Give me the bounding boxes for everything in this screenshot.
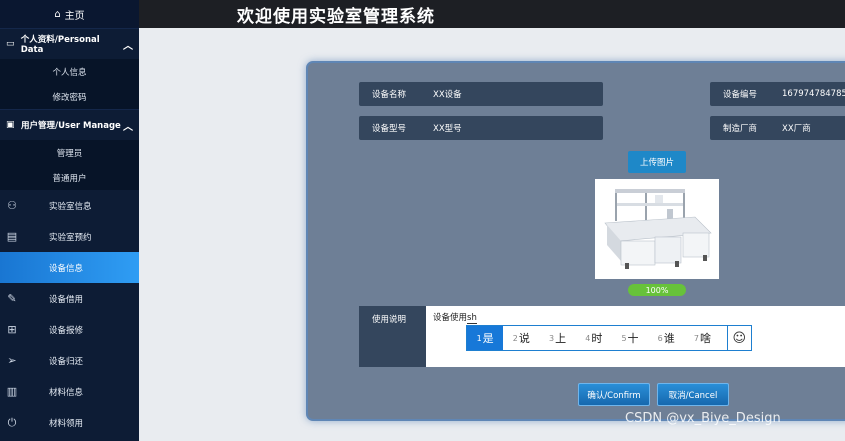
send-icon: ➢	[7, 354, 17, 367]
field-label: 设备编号	[723, 90, 758, 100]
sidebar-item-label: 实验室信息	[49, 201, 92, 212]
monitor-icon: ▣	[6, 120, 15, 130]
sidebar-home-label: 主页	[64, 10, 85, 22]
ime-candidate[interactable]: 3上	[539, 326, 575, 350]
candidate-text: 啥	[699, 332, 711, 345]
sidebar-item-label: 设备报修	[49, 325, 84, 336]
candidate-number: 2	[512, 333, 518, 343]
sidebar-home[interactable]: ⌂ 主页	[0, 0, 139, 28]
candidate-number: 1	[476, 333, 482, 343]
sidebar-item-label: 管理员	[56, 148, 83, 159]
watermark: CSDN @vx_Biye_Design	[625, 411, 781, 426]
ime-candidate[interactable]: 6谁	[648, 326, 684, 350]
candidate-text: 时	[591, 332, 603, 345]
document-icon: ▤	[6, 230, 18, 243]
sidebar-item-label: 材料领用	[49, 418, 84, 429]
sidebar-item-device-borrow[interactable]: ✎ 设备借用	[0, 283, 139, 314]
sidebar-item-device-return[interactable]: ➢ 设备归还	[0, 345, 139, 376]
usage-label: 使用说明	[359, 306, 427, 367]
chevron-up-icon: ︿	[123, 40, 133, 52]
sidebar-item-label: 材料信息	[49, 387, 84, 398]
header: 欢迎使用实验室管理系统	[139, 0, 845, 28]
candidate-text: 说	[518, 332, 530, 345]
field-value: 1679747847854	[782, 89, 845, 99]
candidate-text: 上	[555, 332, 567, 345]
usage-typed-text: 设备使用	[433, 313, 468, 323]
chevron-up-icon: ︿	[123, 121, 133, 133]
sidebar-item-label: 实验室预约	[49, 232, 92, 243]
cancel-button[interactable]: 取消/Cancel	[657, 383, 729, 406]
sidebar-group-label: 用户管理/User Manage	[21, 121, 121, 131]
page-title: 欢迎使用实验室管理系统	[237, 7, 435, 27]
sidebar-group-user[interactable]: ▣ 用户管理/User Manage ︿	[0, 109, 139, 140]
sidebar-item-device-repair[interactable]: ⊞ 设备报修	[0, 314, 139, 345]
ime-candidate[interactable]: 5十	[612, 326, 648, 350]
candidate-number: 4	[585, 333, 591, 343]
field-value: XX型号	[433, 124, 462, 134]
id-card-icon: ▭	[6, 39, 15, 49]
device-number-field[interactable]: 设备编号 1679747847854	[710, 82, 845, 106]
sidebar-item-material-use[interactable]: ⏻ 材料领用	[0, 407, 139, 438]
candidate-number: 5	[621, 333, 627, 343]
ime-candidate-bar: 1是 2说 3上 4时 5十 6谁 7啥 ☺	[466, 325, 752, 351]
emoji-icon[interactable]: ☺	[728, 331, 752, 346]
device-form-card: 设备名称 XX设备 设备编号 1679747847854 设备型号 XX型号 制…	[306, 61, 845, 421]
lab-bench-image	[595, 179, 719, 279]
grid-icon: ⊞	[7, 323, 17, 336]
sidebar-item-lab-info[interactable]: ⚇ 实验室信息	[0, 190, 139, 221]
sidebar-item-device-info[interactable]: 设备信息	[0, 252, 139, 283]
sidebar-item-personal-info[interactable]: 个人信息	[0, 59, 139, 84]
sidebar: ⌂ 主页 ▭ 个人资料/Personal Data ︿ 个人信息 修改密码 ▣ …	[0, 0, 139, 441]
progress-text: 100%	[645, 285, 669, 295]
field-label: 设备名称	[372, 90, 407, 100]
sidebar-item-admin[interactable]: 管理员	[0, 140, 139, 165]
manufacturer-field[interactable]: 制造厂商 XX厂商	[710, 116, 845, 140]
ime-composition-text: sh	[467, 313, 477, 324]
power-icon: ⏻	[7, 415, 17, 429]
sidebar-item-material-info[interactable]: ▥ 材料信息	[0, 376, 139, 407]
home-icon: ⌂	[54, 8, 61, 20]
candidate-text: 十	[627, 332, 639, 345]
sidebar-group-label: 个人资料/Personal Data	[20, 35, 100, 55]
field-label: 设备型号	[372, 124, 407, 134]
sidebar-item-label: 设备借用	[49, 294, 84, 305]
candidate-number: 7	[693, 333, 699, 343]
upload-progress-bar: 100%	[628, 284, 686, 296]
sidebar-group-personal[interactable]: ▭ 个人资料/Personal Data ︿	[0, 28, 139, 59]
sidebar-item-label: 设备归还	[49, 356, 84, 367]
device-name-field[interactable]: 设备名称 XX设备	[359, 82, 603, 106]
device-image-preview[interactable]	[595, 179, 719, 279]
field-value: XX设备	[433, 90, 462, 100]
ime-candidate[interactable]: 1是	[467, 326, 504, 350]
sidebar-item-lab-booking[interactable]: ▤ 实验室预约	[0, 221, 139, 252]
sidebar-item-normal-user[interactable]: 普通用户	[0, 165, 139, 190]
books-icon: ▥	[6, 385, 18, 398]
user-gear-icon: ⚇	[7, 199, 17, 212]
candidate-text: 是	[482, 332, 494, 345]
candidate-number: 3	[549, 333, 555, 343]
ruler-icon: ✎	[7, 292, 17, 305]
ime-candidate[interactable]: 7啥	[684, 326, 720, 350]
device-model-field[interactable]: 设备型号 XX型号	[359, 116, 603, 140]
sidebar-item-label: 修改密码	[52, 92, 87, 103]
candidate-text: 谁	[663, 332, 675, 345]
ime-candidate[interactable]: 2说	[503, 326, 539, 350]
field-label: 制造厂商	[723, 124, 758, 134]
candidate-number: 6	[657, 333, 663, 343]
upload-image-button[interactable]: 上传图片	[628, 151, 686, 173]
confirm-button[interactable]: 确认/Confirm	[578, 383, 650, 406]
sidebar-item-label: 设备信息	[49, 263, 84, 274]
ime-candidate[interactable]: 4时	[576, 326, 612, 350]
field-value: XX厂商	[782, 124, 811, 134]
sidebar-item-change-password[interactable]: 修改密码	[0, 84, 139, 109]
sidebar-item-label: 个人信息	[52, 67, 87, 78]
sidebar-item-label: 普通用户	[52, 173, 87, 184]
